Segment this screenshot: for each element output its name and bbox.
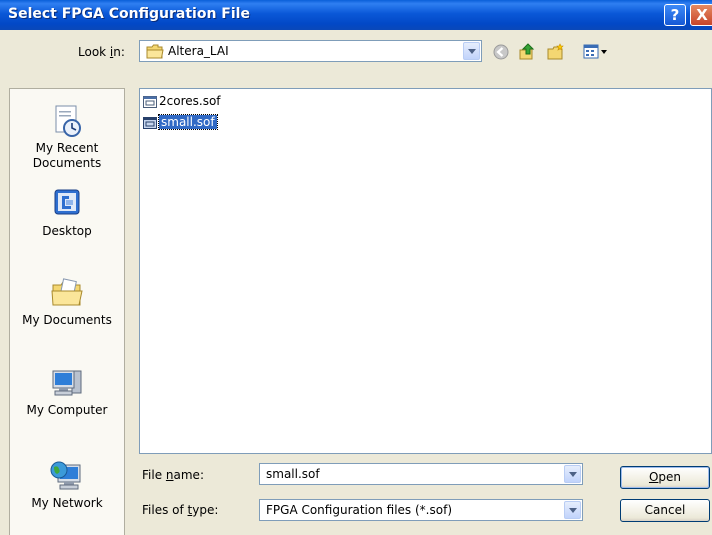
sof-file-icon [143,95,157,108]
recent-documents-icon [55,105,81,137]
new-folder-icon[interactable] [547,43,565,61]
open-button[interactable]: Open [620,466,710,489]
file-name-label: File name: [142,468,204,482]
file-name-input[interactable]: small.sof [266,467,320,481]
look-in-label: Look in: [78,45,125,59]
desktop-icon [54,189,80,215]
file-name-dropdown-button[interactable] [564,465,581,483]
views-menu-icon[interactable] [583,43,613,61]
cancel-button[interactable]: Cancel [620,499,710,522]
dialog-title: Select FPGA Configuration File [8,6,250,22]
title-bar[interactable]: Select FPGA Configuration File ? X [0,0,712,30]
files-of-type-dropdown-button[interactable] [564,501,581,519]
files-of-type-label: Files of type: [142,503,219,517]
place-label: Desktop [42,224,92,238]
look-in-dropdown-button[interactable] [463,42,480,60]
files-of-type-combo[interactable]: FPGA Configuration files (*.sof) [259,499,583,521]
close-button[interactable]: X [690,4,712,26]
back-icon[interactable] [492,43,510,61]
up-folder-icon[interactable] [519,43,537,61]
place-desktop[interactable]: Desktop [10,186,124,239]
sof-file-icon [143,116,157,129]
folder-icon [146,44,164,59]
file-item-selected[interactable]: small.sof [143,114,218,131]
place-my-recent-documents[interactable]: My Recent Documents [10,103,124,171]
place-my-documents[interactable]: My Documents [10,275,124,328]
my-network-icon [50,461,81,490]
files-of-type-value: FPGA Configuration files (*.sof) [266,503,452,517]
file-name-combo[interactable]: small.sof [259,463,583,485]
place-label: My Computer [26,403,108,417]
place-my-computer[interactable]: My Computer [10,365,124,418]
look-in-combo[interactable]: Altera_LAI [139,40,482,62]
place-my-network[interactable]: My Network [10,458,124,511]
look-in-value: Altera_LAI [168,44,229,58]
file-list[interactable]: 2cores.sof small.sof [139,88,712,454]
help-button[interactable]: ? [664,4,686,26]
place-label: My Network [31,496,103,510]
file-name: small.sof [158,114,218,130]
file-dialog-window: Select FPGA Configuration File ? X Look … [0,0,712,535]
file-name: 2cores.sof [159,94,221,108]
my-computer-icon [52,370,82,396]
place-label: My Documents [22,313,112,327]
my-documents-icon [51,278,83,306]
file-item[interactable]: 2cores.sof [143,93,221,110]
place-label: My Recent Documents [32,141,102,170]
places-bar: My Recent Documents Desktop My Documents [9,88,125,535]
